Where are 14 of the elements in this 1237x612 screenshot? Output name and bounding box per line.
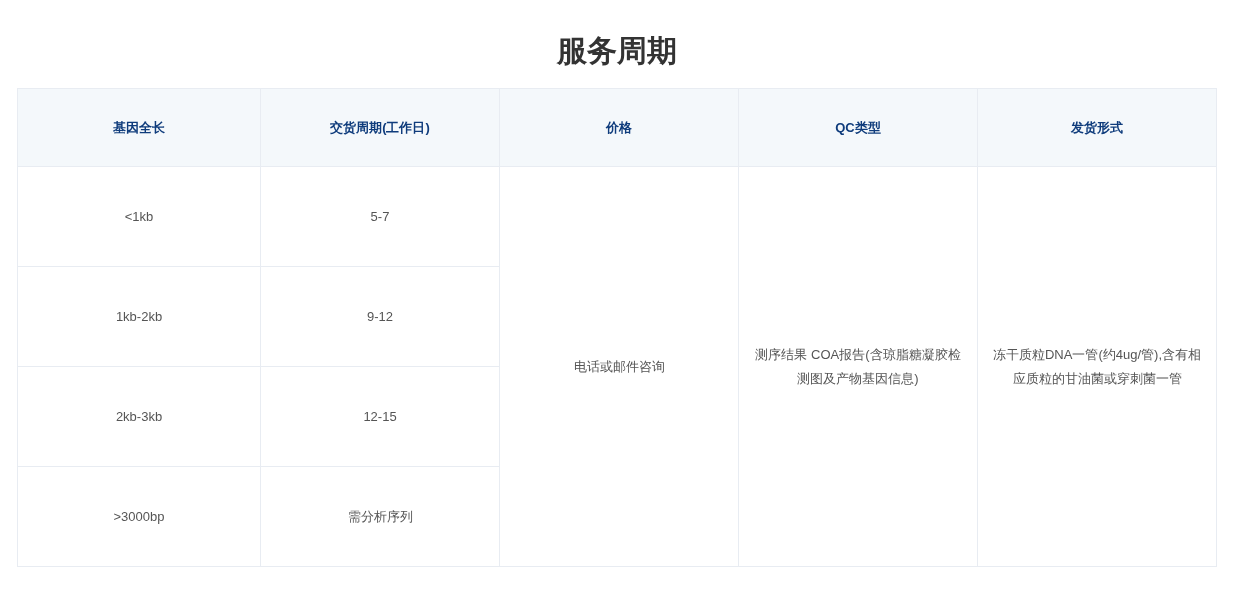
table-cell: <1kb	[17, 166, 261, 267]
table-cell: >3000bp	[17, 466, 261, 567]
table-cell: 5-7	[260, 166, 500, 267]
table-cell: 1kb-2kb	[17, 266, 261, 367]
table-cell: 2kb-3kb	[17, 366, 261, 467]
table-cell: 电话或邮件咨询	[499, 166, 739, 567]
table-cell: 测序结果 COA报告(含琼脂糖凝胶检测图及产物基因信息)	[738, 166, 978, 567]
column-header: 价格	[499, 88, 739, 167]
page-title: 服务周期	[555, 33, 678, 69]
column-header: QC类型	[738, 88, 978, 167]
column-header: 基因全长	[17, 88, 261, 167]
column-header: 交货周期(工作日)	[260, 88, 500, 167]
column-header: 发货形式	[977, 88, 1217, 167]
table-cell: 冻干质粒DNA一管(约4ug/管),含有相应质粒的甘油菌或穿刺菌一管	[977, 166, 1217, 567]
